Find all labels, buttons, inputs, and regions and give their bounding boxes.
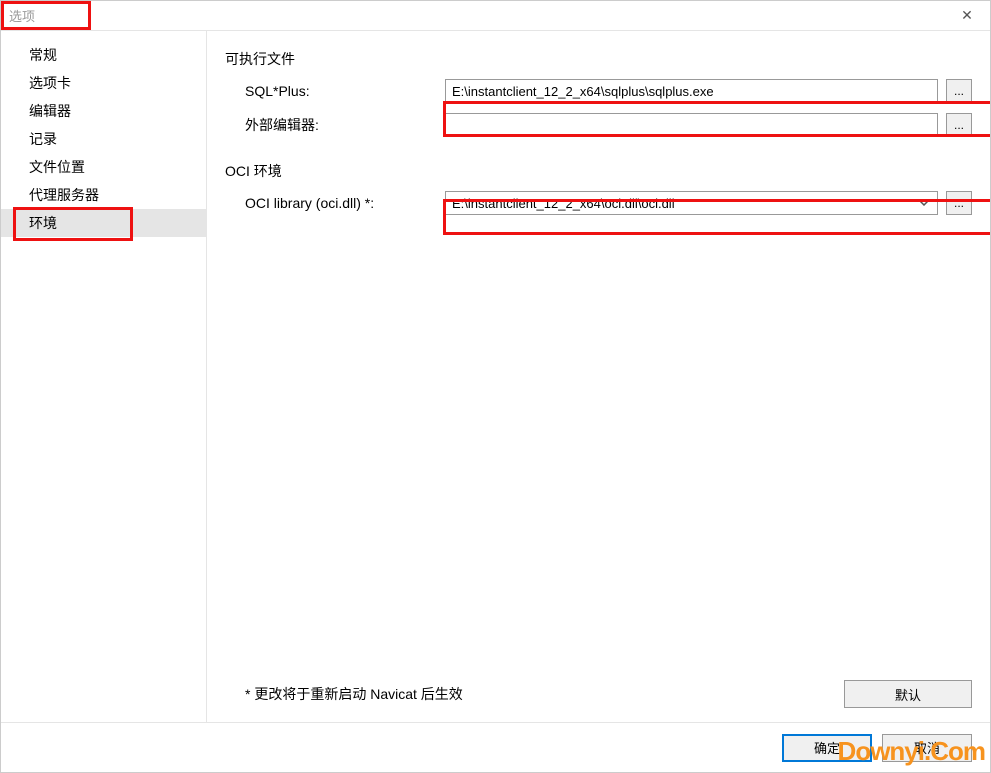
sidebar-item-records[interactable]: 记录: [1, 125, 206, 153]
oci-browse-button[interactable]: ...: [946, 191, 972, 215]
close-button[interactable]: ✕: [944, 1, 990, 31]
external-editor-browse-button[interactable]: ...: [946, 113, 972, 137]
section-executables-title: 可执行文件: [225, 49, 972, 69]
cancel-button[interactable]: 取消: [882, 734, 972, 762]
ok-button[interactable]: 确定: [782, 734, 872, 762]
restart-row: * 更改将于重新启动 Navicat 后生效 默认: [225, 680, 972, 722]
restart-note: * 更改将于重新启动 Navicat 后生效: [245, 684, 844, 704]
sqlplus-browse-button[interactable]: ...: [946, 79, 972, 103]
close-icon: ✕: [961, 7, 973, 24]
sidebar: 常规 选项卡 编辑器 记录 文件位置 代理服务器 环境: [1, 31, 207, 722]
body: 常规 选项卡 编辑器 记录 文件位置 代理服务器 环境 可执行文件 SQL*Pl…: [1, 31, 990, 722]
oci-select[interactable]: E:\instantclient_12_2_x64\oci.dll\oci.dl…: [445, 191, 938, 215]
default-button[interactable]: 默认: [844, 680, 972, 708]
sidebar-item-environment[interactable]: 环境: [1, 209, 206, 237]
section-oci-title: OCI 环境: [225, 161, 972, 181]
sidebar-item-file-location[interactable]: 文件位置: [1, 153, 206, 181]
content-panel: 可执行文件 SQL*Plus: ... 外部编辑器: ... OCI 环境 OC…: [207, 31, 990, 722]
footer: 确定 取消: [1, 722, 990, 772]
oci-label: OCI library (oci.dll) *:: [245, 195, 445, 211]
sqlplus-row: SQL*Plus: ...: [225, 79, 972, 103]
sidebar-item-tabs[interactable]: 选项卡: [1, 69, 206, 97]
sidebar-item-editor[interactable]: 编辑器: [1, 97, 206, 125]
sqlplus-label: SQL*Plus:: [245, 83, 445, 99]
options-window: 选项 ✕ 常规 选项卡 编辑器 记录 文件位置 代理服务器 环境 可执行文件 S…: [0, 0, 991, 773]
external-editor-label: 外部编辑器:: [245, 115, 445, 135]
sidebar-item-general[interactable]: 常规: [1, 41, 206, 69]
external-editor-input[interactable]: [445, 113, 938, 137]
sqlplus-input[interactable]: [445, 79, 938, 103]
oci-row: OCI library (oci.dll) *: E:\instantclien…: [225, 191, 972, 215]
window-title: 选项: [9, 6, 35, 25]
titlebar: 选项 ✕: [1, 1, 990, 31]
sidebar-item-proxy[interactable]: 代理服务器: [1, 181, 206, 209]
external-editor-row: 外部编辑器: ...: [225, 113, 972, 137]
